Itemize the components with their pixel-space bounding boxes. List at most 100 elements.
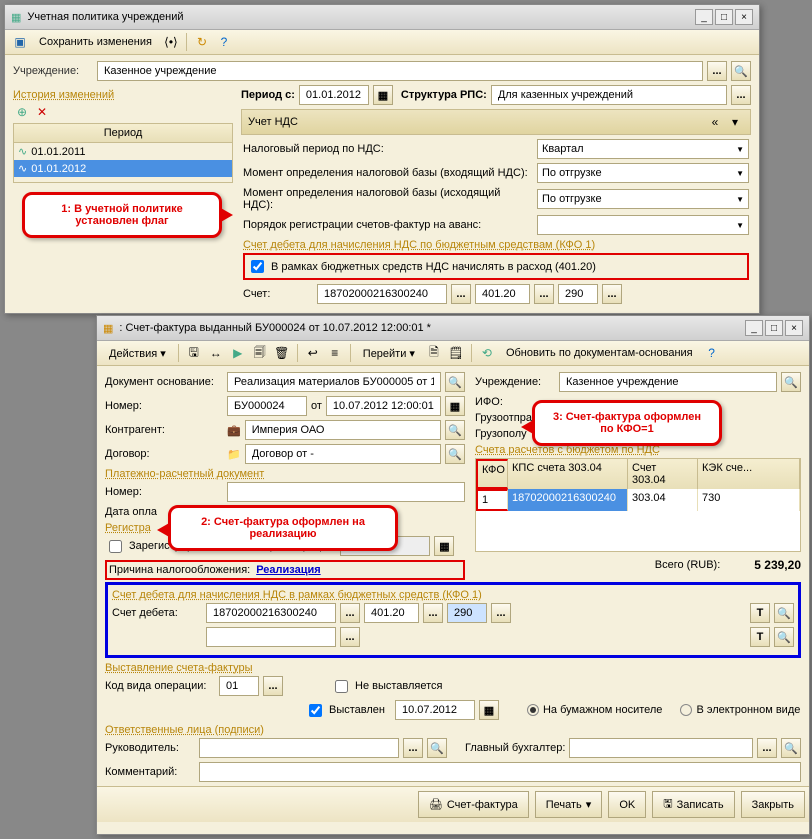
- toolbar-icon[interactable]: ≡: [326, 344, 344, 362]
- accountant-picker[interactable]: ...: [757, 738, 777, 758]
- history-row[interactable]: ∿01.01.2011: [14, 143, 232, 160]
- institution-picker[interactable]: ...: [707, 61, 727, 81]
- ok-button[interactable]: OK: [608, 791, 646, 818]
- vat-period-dropdown[interactable]: Квартал▼: [537, 139, 749, 159]
- close-button[interactable]: ×: [735, 9, 753, 25]
- table-row[interactable]: 1 18702000216300240 303.04 730: [476, 489, 800, 511]
- counterparty-field[interactable]: [245, 420, 441, 440]
- maximize-button[interactable]: □: [765, 320, 783, 336]
- debit-t2[interactable]: T: [750, 627, 770, 647]
- group-expand-icon[interactable]: ▾: [726, 113, 744, 131]
- debit-acc3-picker[interactable]: ...: [491, 603, 511, 623]
- manager-search[interactable]: 🔍: [427, 738, 447, 758]
- vat-out-dropdown[interactable]: По отгрузке▼: [537, 189, 749, 209]
- reason-link[interactable]: Реализация: [256, 564, 320, 576]
- op-code-field[interactable]: [219, 676, 259, 696]
- reg-date-calendar[interactable]: ▦: [434, 536, 454, 556]
- issue-date-field[interactable]: [395, 700, 475, 720]
- vat-in-dropdown[interactable]: По отгрузке▼: [537, 163, 749, 183]
- toolbar-icon[interactable]: ↔: [207, 344, 225, 362]
- toolbar-icon[interactable]: 🗐: [251, 344, 269, 362]
- extra-picker[interactable]: ...: [340, 627, 360, 647]
- number-field[interactable]: [227, 396, 307, 416]
- debit-acc1[interactable]: [206, 603, 336, 623]
- save-button[interactable]: 🖫Записать: [652, 791, 734, 818]
- close-button-bottom[interactable]: Закрыть: [741, 791, 805, 818]
- contract-search[interactable]: 🔍: [445, 444, 465, 464]
- counterparty-search[interactable]: 🔍: [445, 420, 465, 440]
- debit-search[interactable]: 🔍: [774, 603, 794, 623]
- vat-expense-checkbox[interactable]: [251, 260, 264, 273]
- debit-acc3[interactable]: [447, 603, 487, 623]
- accountant-field[interactable]: [569, 738, 753, 758]
- date-field[interactable]: [326, 396, 441, 416]
- accountant-search[interactable]: 🔍: [781, 738, 801, 758]
- help-icon[interactable]: ?: [215, 33, 233, 51]
- close-button[interactable]: ×: [785, 320, 803, 336]
- electronic-radio[interactable]: [680, 704, 692, 716]
- manager-field[interactable]: [199, 738, 399, 758]
- paper-radio[interactable]: [527, 704, 539, 716]
- add-row-icon[interactable]: ⊕: [13, 103, 31, 121]
- rps-field[interactable]: [491, 85, 727, 105]
- contract-field[interactable]: [245, 444, 441, 464]
- issued-checkbox[interactable]: [309, 704, 322, 717]
- refresh-button[interactable]: Обновить по документам-основания: [500, 345, 699, 361]
- pay-num-field[interactable]: [227, 482, 465, 502]
- toolbar-icon[interactable]: 🗒: [447, 344, 465, 362]
- manager-picker[interactable]: ...: [403, 738, 423, 758]
- date-calendar[interactable]: ▦: [445, 396, 465, 416]
- toolbar-icon[interactable]: ↩: [304, 344, 322, 362]
- institution-field[interactable]: [97, 61, 703, 81]
- comment-field[interactable]: [199, 762, 801, 782]
- invoice-button[interactable]: 🖨Счет-фактура: [418, 791, 529, 818]
- inst2-search[interactable]: 🔍: [781, 372, 801, 392]
- doc-basis-field[interactable]: [227, 372, 441, 392]
- debit-acc2[interactable]: [364, 603, 419, 623]
- history-row[interactable]: ∿01.01.2012: [14, 160, 232, 177]
- toolbar-icon[interactable]: 🖫: [185, 344, 203, 362]
- debit-t1[interactable]: T: [750, 603, 770, 623]
- op-code-picker[interactable]: ...: [263, 676, 283, 696]
- history-grid[interactable]: Период ∿01.01.2011 ∿01.01.2012: [13, 123, 233, 183]
- refresh-icon[interactable]: ⟲: [478, 344, 496, 362]
- vat-acc1-picker[interactable]: ...: [451, 284, 471, 304]
- inst2-field[interactable]: [559, 372, 777, 392]
- period-field[interactable]: [299, 85, 369, 105]
- save-icon[interactable]: ▣: [11, 33, 29, 51]
- toolbar-icon[interactable]: 🗑: [273, 344, 291, 362]
- debit-acc1-picker[interactable]: ...: [340, 603, 360, 623]
- toolbar-icon[interactable]: ▶: [229, 344, 247, 362]
- print-button[interactable]: Печать ▾: [535, 791, 603, 818]
- vat-acc1-field[interactable]: [317, 284, 447, 304]
- maximize-button[interactable]: □: [715, 9, 733, 25]
- issue-date-calendar[interactable]: ▦: [479, 700, 499, 720]
- vat-acc3-field[interactable]: [558, 284, 598, 304]
- minimize-button[interactable]: _: [745, 320, 763, 336]
- toolbar-icon[interactable]: 🗎: [425, 344, 443, 362]
- period-calendar[interactable]: ▦: [373, 85, 393, 105]
- actions-menu[interactable]: Действия ▾: [103, 345, 172, 362]
- doc-basis-search[interactable]: 🔍: [445, 372, 465, 392]
- vat-advance-dropdown[interactable]: ▼: [537, 215, 749, 235]
- debit-acc2-picker[interactable]: ...: [423, 603, 443, 623]
- budget-accounts-table[interactable]: КФО КПС счета 303.04 Счет 303.04 КЭК сче…: [475, 458, 801, 552]
- vat-acc3-picker[interactable]: ...: [602, 284, 622, 304]
- refresh-icon[interactable]: ↻: [193, 33, 211, 51]
- callout-1: 1: В учетной политике установлен флаг: [61, 203, 183, 227]
- register-checkbox[interactable]: [109, 540, 122, 553]
- delete-row-icon[interactable]: ✕: [33, 103, 51, 121]
- debit-extra1[interactable]: [206, 627, 336, 647]
- rps-picker[interactable]: ...: [731, 85, 751, 105]
- group-prev-icon[interactable]: «: [706, 113, 724, 131]
- vat-acc2-picker[interactable]: ...: [534, 284, 554, 304]
- not-issued-checkbox[interactable]: [335, 680, 348, 693]
- minimize-button[interactable]: _: [695, 9, 713, 25]
- vat-acc2-field[interactable]: [475, 284, 530, 304]
- save-changes-button[interactable]: Сохранить изменения: [33, 34, 158, 50]
- nav-prev-icon[interactable]: ⟨•⟩: [162, 33, 180, 51]
- debit-search2[interactable]: 🔍: [774, 627, 794, 647]
- help-icon[interactable]: ?: [703, 344, 721, 362]
- goto-menu[interactable]: Перейти ▾: [357, 345, 421, 362]
- institution-search[interactable]: 🔍: [731, 61, 751, 81]
